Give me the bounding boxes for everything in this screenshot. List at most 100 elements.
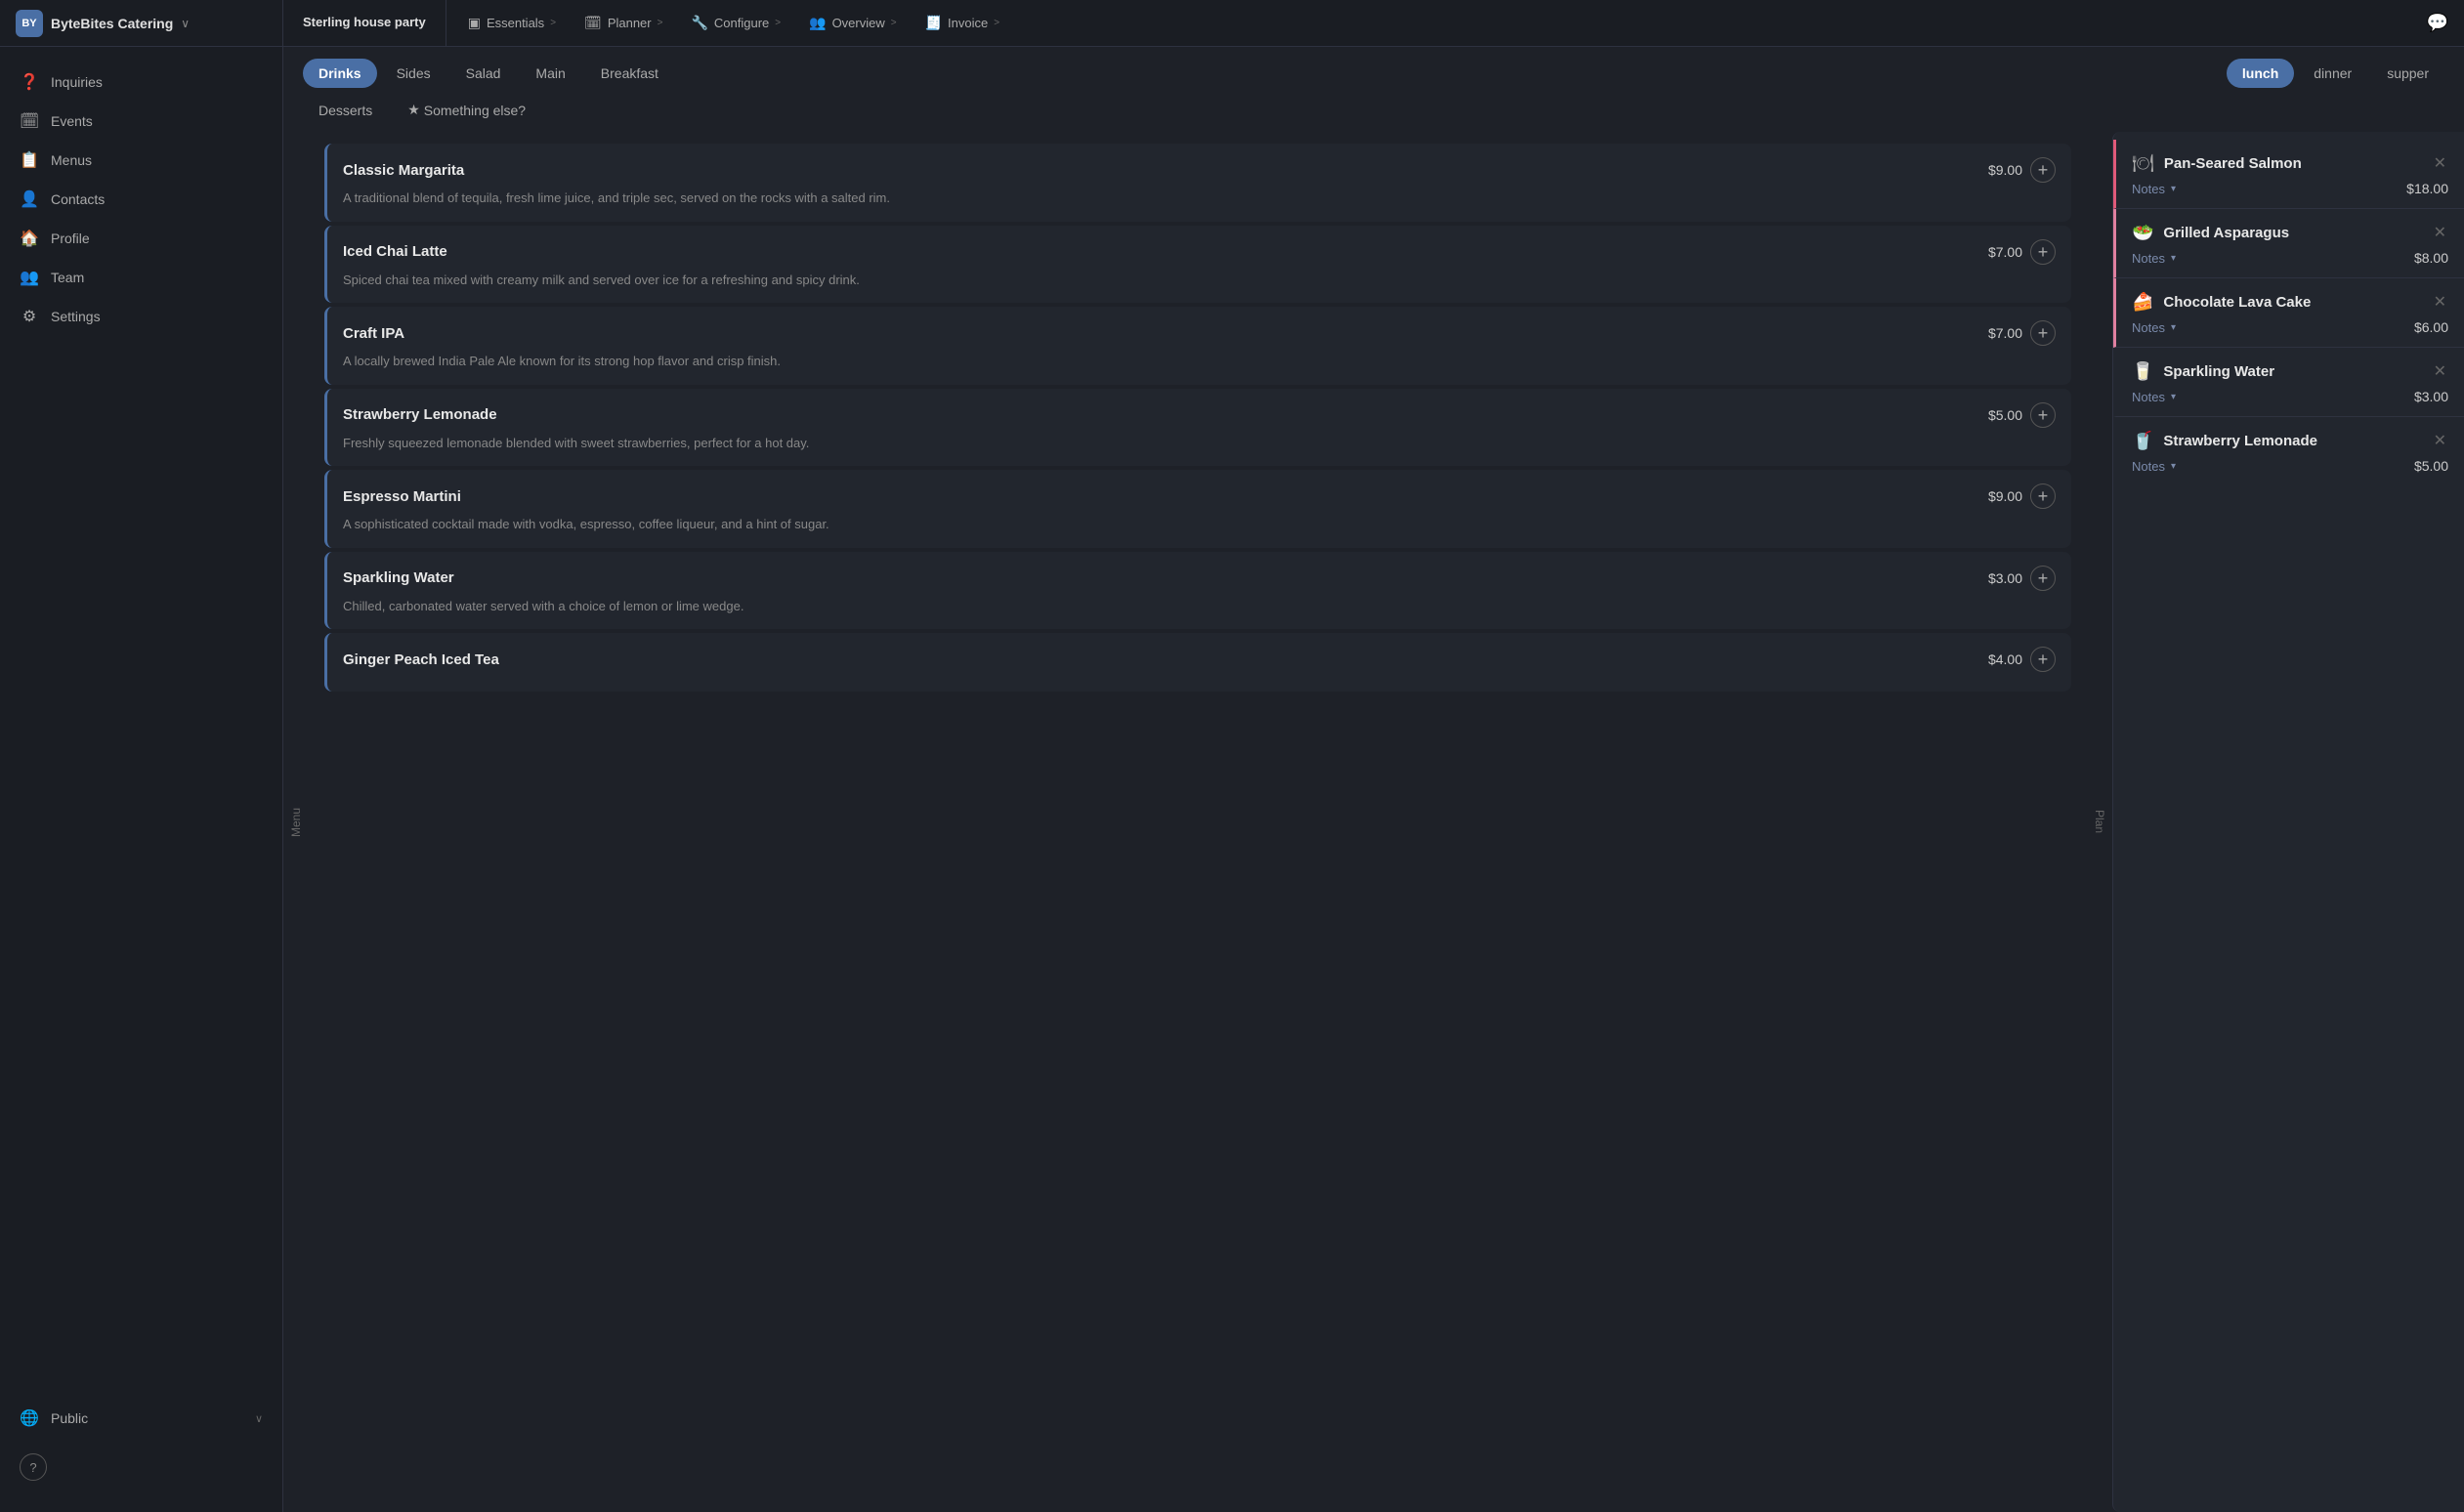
essentials-label: Essentials	[487, 16, 544, 30]
plan-vertical-label[interactable]: Plan	[2087, 132, 2112, 1512]
menu-plan-split: Menu Classic Margarita $9.00 + A traditi…	[283, 132, 2464, 1512]
plan-item-name-grilled-asparagus: Grilled Asparagus	[2163, 225, 2421, 241]
plan-item-close-pan-seared-salmon[interactable]: ✕	[2432, 151, 2448, 175]
pan-seared-salmon-icon: 🍽	[2132, 153, 2154, 174]
tab-planner[interactable]: 🗓 Planner >	[571, 0, 677, 46]
menu-item-strawberry-lemonade[interactable]: Strawberry Lemonade $5.00 + Freshly sque…	[324, 389, 2071, 467]
sparkling-water-plan-icon: 🥛	[2132, 361, 2153, 382]
menu-item-ginger-peach-iced-tea[interactable]: Ginger Peach Iced Tea $4.00 +	[324, 633, 2071, 692]
plan-item-price-pan-seared-salmon: $18.00	[2406, 181, 2448, 196]
item-desc-classic-margarita: A traditional blend of tequila, fresh li…	[343, 189, 2056, 208]
notes-label-sparkling-water[interactable]: Notes	[2132, 390, 2165, 404]
tab-invoice[interactable]: 🧾 Invoice >	[912, 0, 1014, 46]
tab-desserts[interactable]: Desserts	[303, 97, 388, 124]
notes-chevron-strawberry-lemonade-icon: ▾	[2171, 461, 2176, 472]
event-title: Sterling house party	[303, 15, 426, 31]
something-else-btn[interactable]: ★ Something else?	[392, 96, 541, 124]
add-sparkling-water-button[interactable]: +	[2030, 566, 2056, 591]
add-espresso-martini-button[interactable]: +	[2030, 483, 2056, 509]
item-price-iced-chai-latte: $7.00	[1988, 244, 2022, 260]
tab-salad[interactable]: Salad	[450, 59, 517, 88]
tab-breakfast[interactable]: Breakfast	[585, 59, 674, 88]
notes-label-grilled-asparagus[interactable]: Notes	[2132, 251, 2165, 266]
sidebar-item-label-settings: Settings	[51, 309, 101, 324]
invoice-icon: 🧾	[925, 15, 942, 31]
planner-label: Planner	[608, 16, 652, 30]
add-ginger-peach-iced-tea-button[interactable]: +	[2030, 647, 2056, 672]
plan-item-strawberry-lemonade: 🥤 Strawberry Lemonade ✕ Notes ▾ $5.00	[2113, 417, 2464, 485]
main-layout: ❓ Inquiries 🗓 Events 📋 Menus 👤 Contacts …	[0, 47, 2464, 1512]
team-icon: 👥	[20, 268, 39, 287]
chat-icon[interactable]: 💬	[2411, 13, 2464, 33]
plan-item-price-grilled-asparagus: $8.00	[2414, 250, 2448, 266]
notes-label-chocolate-lava-cake[interactable]: Notes	[2132, 320, 2165, 335]
top-nav: BY ByteBites Catering ∨ Sterling house p…	[0, 0, 2464, 47]
plan-item-close-grilled-asparagus[interactable]: ✕	[2432, 221, 2448, 244]
plan-item-name-pan-seared-salmon: Pan-Seared Salmon	[2164, 155, 2422, 172]
menu-item-espresso-martini[interactable]: Espresso Martini $9.00 + A sophisticated…	[324, 470, 2071, 548]
plan-item-close-strawberry-lemonade[interactable]: ✕	[2432, 429, 2448, 452]
tab-main[interactable]: Main	[520, 59, 580, 88]
sidebar-item-settings[interactable]: ⚙ Settings	[0, 297, 282, 336]
notes-label-strawberry-lemonade[interactable]: Notes	[2132, 459, 2165, 474]
item-name-sparkling-water: Sparkling Water	[343, 569, 454, 586]
item-name-classic-margarita: Classic Margarita	[343, 162, 464, 179]
sidebar-item-label-events: Events	[51, 113, 93, 129]
add-strawberry-lemonade-button[interactable]: +	[2030, 402, 2056, 428]
tab-supper[interactable]: supper	[2371, 59, 2444, 88]
sides-tab-label: Sides	[397, 65, 431, 81]
item-name-espresso-martini: Espresso Martini	[343, 488, 461, 505]
tab-lunch[interactable]: lunch	[2227, 59, 2294, 88]
item-name-iced-chai-latte: Iced Chai Latte	[343, 243, 447, 260]
grilled-asparagus-icon: 🥗	[2132, 223, 2153, 243]
help-icon[interactable]: ?	[20, 1453, 47, 1481]
sidebar-item-menus[interactable]: 📋 Menus	[0, 141, 282, 180]
item-price-sparkling-water: $3.00	[1988, 570, 2022, 586]
overview-icon: 👥	[809, 15, 826, 31]
tab-dinner[interactable]: dinner	[2298, 59, 2367, 88]
item-desc-sparkling-water: Chilled, carbonated water served with a …	[343, 597, 2056, 616]
plan-item-close-sparkling-water[interactable]: ✕	[2432, 359, 2448, 383]
add-iced-chai-latte-button[interactable]: +	[2030, 239, 2056, 265]
tab-drinks[interactable]: Drinks	[303, 59, 377, 88]
plan-item-price-sparkling-water: $3.00	[2414, 389, 2448, 404]
add-classic-margarita-button[interactable]: +	[2030, 157, 2056, 183]
essentials-chevron-icon: >	[550, 18, 556, 28]
sidebar-item-profile[interactable]: 🏠 Profile	[0, 219, 282, 258]
add-craft-ipa-button[interactable]: +	[2030, 320, 2056, 346]
notes-label-pan-seared-salmon[interactable]: Notes	[2132, 182, 2165, 196]
brand-area[interactable]: BY ByteBites Catering ∨	[0, 0, 283, 46]
plan-item-close-chocolate-lava-cake[interactable]: ✕	[2432, 290, 2448, 314]
plan-panel: 🍽 Pan-Seared Salmon ✕ Notes ▾ $18.00 🥗 G…	[2112, 132, 2464, 1512]
menu-item-iced-chai-latte[interactable]: Iced Chai Latte $7.00 + Spiced chai tea …	[324, 226, 2071, 304]
content-area: Drinks Sides Salad Main Breakfast lunch …	[283, 47, 2464, 1512]
sidebar-item-inquiries[interactable]: ❓ Inquiries	[0, 63, 282, 102]
public-chevron-icon: ∨	[255, 1412, 263, 1425]
sidebar-item-label-inquiries: Inquiries	[51, 74, 103, 90]
sidebar-item-events[interactable]: 🗓 Events	[0, 102, 282, 141]
overview-chevron-icon: >	[891, 18, 897, 28]
sidebar-item-public[interactable]: 🌐 Public ∨	[0, 1399, 282, 1438]
plan-item-name-strawberry-lemonade: Strawberry Lemonade	[2163, 433, 2421, 449]
menu-item-craft-ipa[interactable]: Craft IPA $7.00 + A locally brewed India…	[324, 307, 2071, 385]
tab-overview[interactable]: 👥 Overview >	[795, 0, 911, 46]
tab-sides[interactable]: Sides	[381, 59, 446, 88]
menu-item-classic-margarita[interactable]: Classic Margarita $9.00 + A traditional …	[324, 144, 2071, 222]
desserts-tab-label: Desserts	[319, 103, 372, 118]
tab-configure[interactable]: 🔧 Configure >	[677, 0, 795, 46]
drinks-tab-label: Drinks	[319, 65, 361, 81]
item-name-ginger-peach-iced-tea: Ginger Peach Iced Tea	[343, 651, 499, 668]
tab-essentials[interactable]: ▣ Essentials >	[454, 0, 571, 46]
item-name-craft-ipa: Craft IPA	[343, 325, 404, 342]
menu-item-sparkling-water[interactable]: Sparkling Water $3.00 + Chilled, carbona…	[324, 552, 2071, 630]
configure-icon: 🔧	[691, 15, 707, 31]
sidebar-item-team[interactable]: 👥 Team	[0, 258, 282, 297]
notes-chevron-chocolate-lava-cake-icon: ▾	[2171, 322, 2176, 333]
nav-tabs: ▣ Essentials > 🗓 Planner > 🔧 Configure >…	[446, 0, 2411, 46]
sidebar-item-contacts[interactable]: 👤 Contacts	[0, 180, 282, 219]
lunch-tab-label: lunch	[2242, 65, 2278, 81]
configure-label: Configure	[714, 16, 769, 30]
item-price-classic-margarita: $9.00	[1988, 162, 2022, 178]
inquiries-icon: ❓	[20, 72, 39, 92]
events-icon: 🗓	[20, 111, 39, 131]
